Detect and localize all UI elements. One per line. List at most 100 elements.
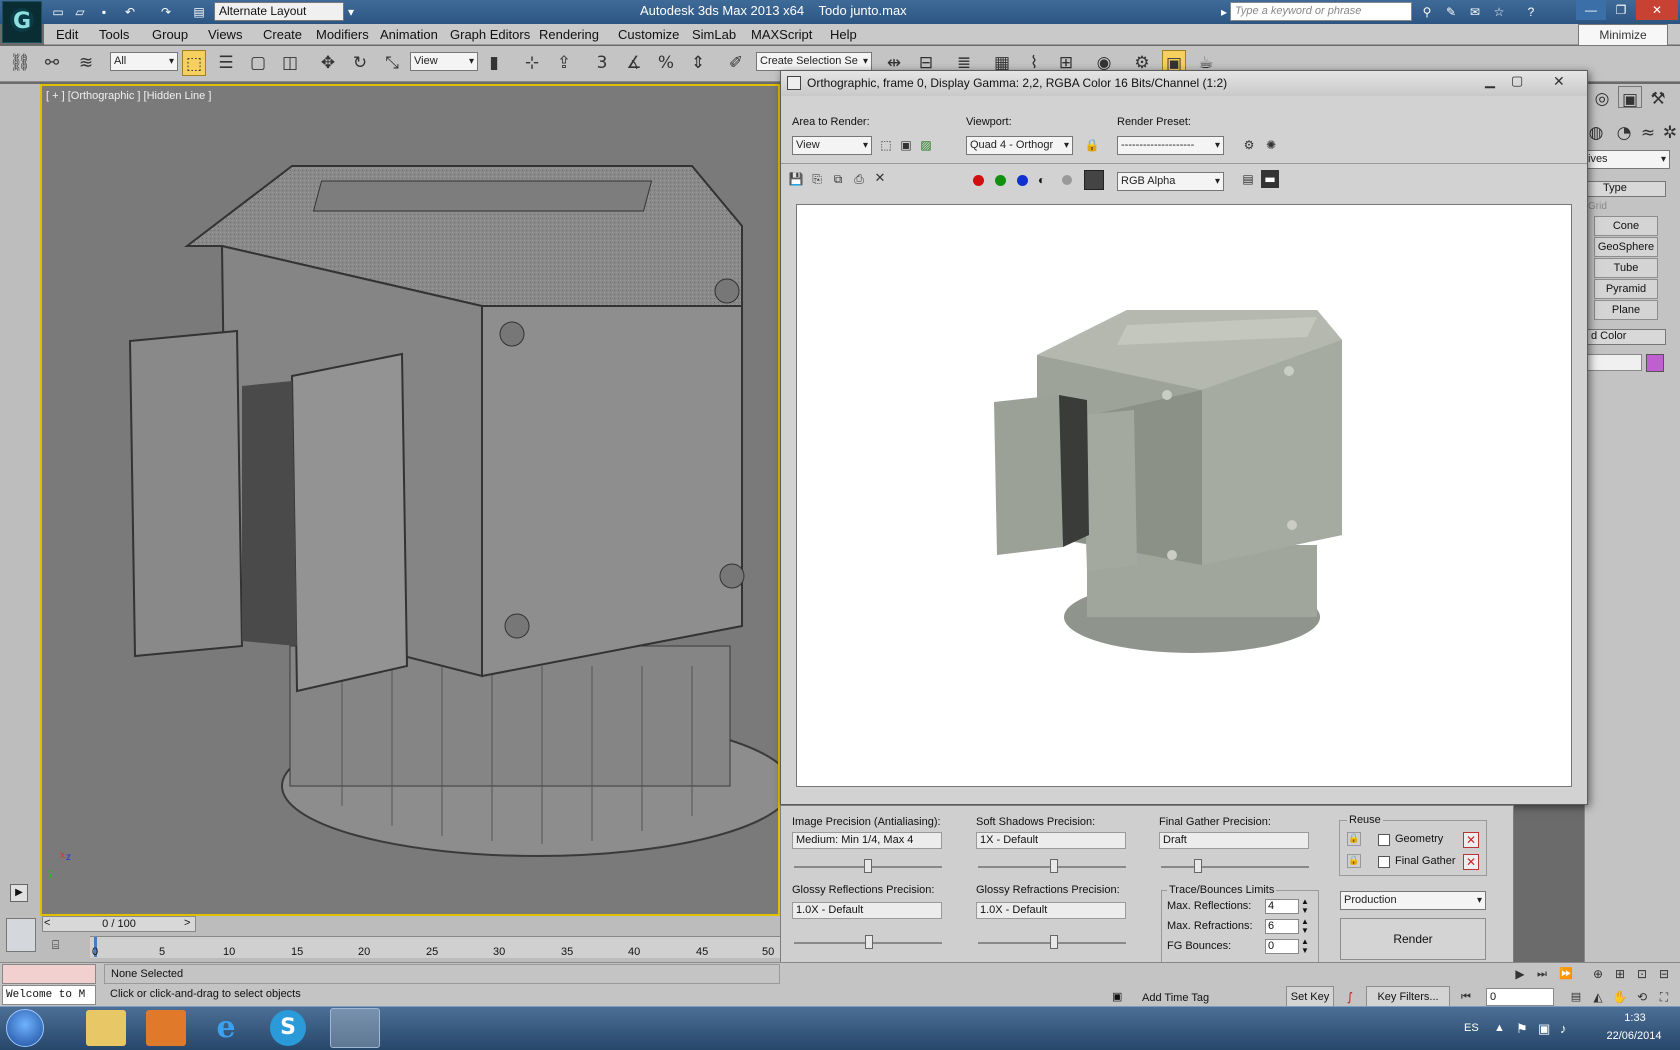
open-file-icon[interactable]: ▱ xyxy=(72,3,88,21)
menu-maxscript[interactable]: MAXScript xyxy=(751,27,812,42)
help-icon[interactable]: ? xyxy=(1520,3,1542,21)
area-to-render-dropdown[interactable]: View xyxy=(792,136,872,155)
key-filters-button[interactable]: Key Filters... xyxy=(1366,986,1450,1008)
play-animation-icon[interactable]: ▶ xyxy=(1510,964,1530,984)
explorer-taskbar-icon[interactable] xyxy=(86,1010,126,1046)
add-time-tag-button[interactable]: Add Time Tag xyxy=(1136,988,1236,1008)
viewport-label[interactable]: [ + ] [Orthographic ] [Hidden Line ] xyxy=(46,90,211,102)
redo-icon[interactable]: ↷ xyxy=(156,3,176,21)
media-player-taskbar-icon[interactable] xyxy=(146,1010,186,1046)
final-gather-slider[interactable] xyxy=(1194,859,1202,873)
pyramid-button[interactable]: Pyramid xyxy=(1594,279,1658,299)
menu-rendering[interactable]: Rendering xyxy=(539,27,599,42)
pivot-center-icon[interactable]: ▮ xyxy=(482,50,506,76)
green-channel-icon[interactable] xyxy=(995,175,1006,186)
soft-shadows-value[interactable]: 1X - Default xyxy=(976,832,1126,849)
clear-final-gather-icon[interactable]: ✕ xyxy=(1463,854,1479,870)
search-input[interactable]: Type a keyword or phrase xyxy=(1230,2,1412,21)
glossy-refractions-value[interactable]: 1.0X - Default xyxy=(976,902,1126,919)
time-slider-prev[interactable]: < xyxy=(44,917,50,929)
undo-icon[interactable]: ↶ xyxy=(120,3,140,21)
environment-effects-icon[interactable]: ✺ xyxy=(1261,135,1281,155)
render-close-icon[interactable]: ✕ xyxy=(1553,73,1565,90)
zoom-icon[interactable]: ⊕ xyxy=(1588,964,1608,984)
project-folder-icon[interactable]: ▤ xyxy=(190,3,208,21)
tube-button[interactable]: Tube xyxy=(1594,258,1658,278)
render-maximize-icon[interactable]: ▢ xyxy=(1511,73,1523,89)
max-reflections-input[interactable]: 4 xyxy=(1265,899,1299,914)
auto-region-icon[interactable]: ▣ xyxy=(897,135,915,155)
language-indicator[interactable]: ES xyxy=(1464,1022,1479,1034)
display-channel-dropdown[interactable]: RGB Alpha xyxy=(1117,172,1224,191)
image-precision-value[interactable]: Medium: Min 1/4, Max 4 xyxy=(792,832,942,849)
object-type-rollout[interactable]: Type xyxy=(1586,181,1666,197)
time-slider-next[interactable]: > xyxy=(184,917,190,929)
lock-viewport-icon[interactable]: 🔒 xyxy=(1083,135,1101,155)
time-config-icon[interactable]: ▤ xyxy=(1566,986,1586,1008)
geosphere-button[interactable]: GeoSphere xyxy=(1594,237,1658,257)
link-icon[interactable]: ⛓ xyxy=(8,50,32,76)
systems-icon[interactable]: ✲ xyxy=(1658,120,1680,143)
geometry-checkbox[interactable] xyxy=(1378,834,1390,846)
object-category-dropdown[interactable]: ives xyxy=(1584,150,1670,169)
go-to-start-icon[interactable]: ⏮ xyxy=(1456,986,1476,1008)
render-viewport-dropdown[interactable]: Quad 4 - Orthogr xyxy=(966,136,1073,155)
snaps-toggle-icon[interactable]: 3 xyxy=(590,50,614,76)
render-setup-small-icon[interactable]: ⚙ xyxy=(1239,135,1259,155)
angle-snap-icon[interactable]: ∡ xyxy=(622,50,646,76)
space-warps-icon[interactable]: ≈ xyxy=(1636,120,1660,143)
menu-views[interactable]: Views xyxy=(208,27,242,42)
network-icon[interactable]: ▣ xyxy=(1538,1021,1550,1037)
alpha-channel-icon[interactable]: ◐ xyxy=(1038,173,1045,187)
flag-icon[interactable]: ⚑ xyxy=(1516,1021,1528,1037)
rotate-icon[interactable]: ↻ xyxy=(348,50,372,76)
render-preset-dropdown[interactable]: -------------------- xyxy=(1117,136,1224,155)
render-mode-dropdown[interactable]: Production xyxy=(1340,891,1486,910)
red-channel-icon[interactable] xyxy=(973,175,984,186)
zoom-all-icon[interactable]: ⊞ xyxy=(1610,964,1630,984)
key-mode-icon[interactable]: ∫ xyxy=(1340,986,1360,1008)
print-image-icon[interactable]: ⎙ xyxy=(850,170,868,188)
clone-window-icon[interactable]: ⧉ xyxy=(829,170,847,188)
object-color-swatch[interactable] xyxy=(1646,354,1664,372)
name-and-color-rollout[interactable]: d Color xyxy=(1586,329,1666,345)
maxscript-listener-pink[interactable] xyxy=(2,964,96,984)
fg-bounces-input[interactable]: 0 xyxy=(1265,939,1299,954)
3dsmax-taskbar-icon[interactable] xyxy=(330,1008,380,1048)
max-refractions-spinner[interactable]: ▲ ▼ xyxy=(1301,917,1309,935)
max-refractions-input[interactable]: 6 xyxy=(1265,919,1299,934)
rectangular-selection-icon[interactable]: ▢ xyxy=(246,50,270,76)
select-by-name-icon[interactable]: ☰ xyxy=(214,50,238,76)
start-button[interactable] xyxy=(6,1009,44,1047)
menu-graph-editors[interactable]: Graph Editors xyxy=(450,27,530,42)
soft-shadows-slider[interactable] xyxy=(1050,859,1058,873)
utilities-hammer-icon[interactable]: ⚒ xyxy=(1646,86,1670,109)
menu-modifiers[interactable]: Modifiers xyxy=(316,27,369,42)
new-file-icon[interactable]: ▭ xyxy=(50,3,66,21)
glossy-reflections-slider[interactable] xyxy=(865,935,873,949)
lock-final-gather-icon[interactable]: 🔒 xyxy=(1347,854,1361,868)
reference-coordinate-dropdown[interactable]: View xyxy=(410,52,478,71)
window-crossing-icon[interactable]: ◫ xyxy=(278,50,302,76)
communication-icon[interactable]: ✉ xyxy=(1466,3,1484,21)
move-icon[interactable]: ✥ xyxy=(316,50,340,76)
clock-date[interactable]: 22/06/2014 xyxy=(1594,1030,1674,1042)
field-of-view-icon[interactable]: ◭ xyxy=(1588,986,1608,1008)
subscription-icon[interactable]: ✎ xyxy=(1442,3,1460,21)
orbit-icon[interactable]: ⟲ xyxy=(1632,986,1652,1008)
internet-explorer-taskbar-icon[interactable]: e xyxy=(206,1010,246,1046)
menu-help[interactable]: Help xyxy=(830,27,857,42)
viewport-orthographic[interactable] xyxy=(40,84,780,916)
spinner-snap-icon[interactable]: ⇕ xyxy=(686,50,710,76)
image-precision-slider[interactable] xyxy=(864,859,872,873)
app-logo-icon[interactable]: G xyxy=(2,1,42,43)
select-object-icon[interactable]: ⬚ xyxy=(182,50,206,76)
close-button[interactable]: ✕ xyxy=(1636,0,1678,20)
clear-geometry-icon[interactable]: ✕ xyxy=(1463,832,1479,848)
auto-region-selected-icon[interactable]: ▨ xyxy=(917,135,935,155)
go-to-end-icon[interactable]: ⏩ xyxy=(1556,964,1576,984)
max-reflections-spinner[interactable]: ▲ ▼ xyxy=(1301,897,1309,915)
menu-tools[interactable]: Tools xyxy=(99,27,129,42)
time-slider[interactable]: 0 / 100 xyxy=(42,916,196,932)
save-image-icon[interactable]: 💾 xyxy=(787,170,805,188)
